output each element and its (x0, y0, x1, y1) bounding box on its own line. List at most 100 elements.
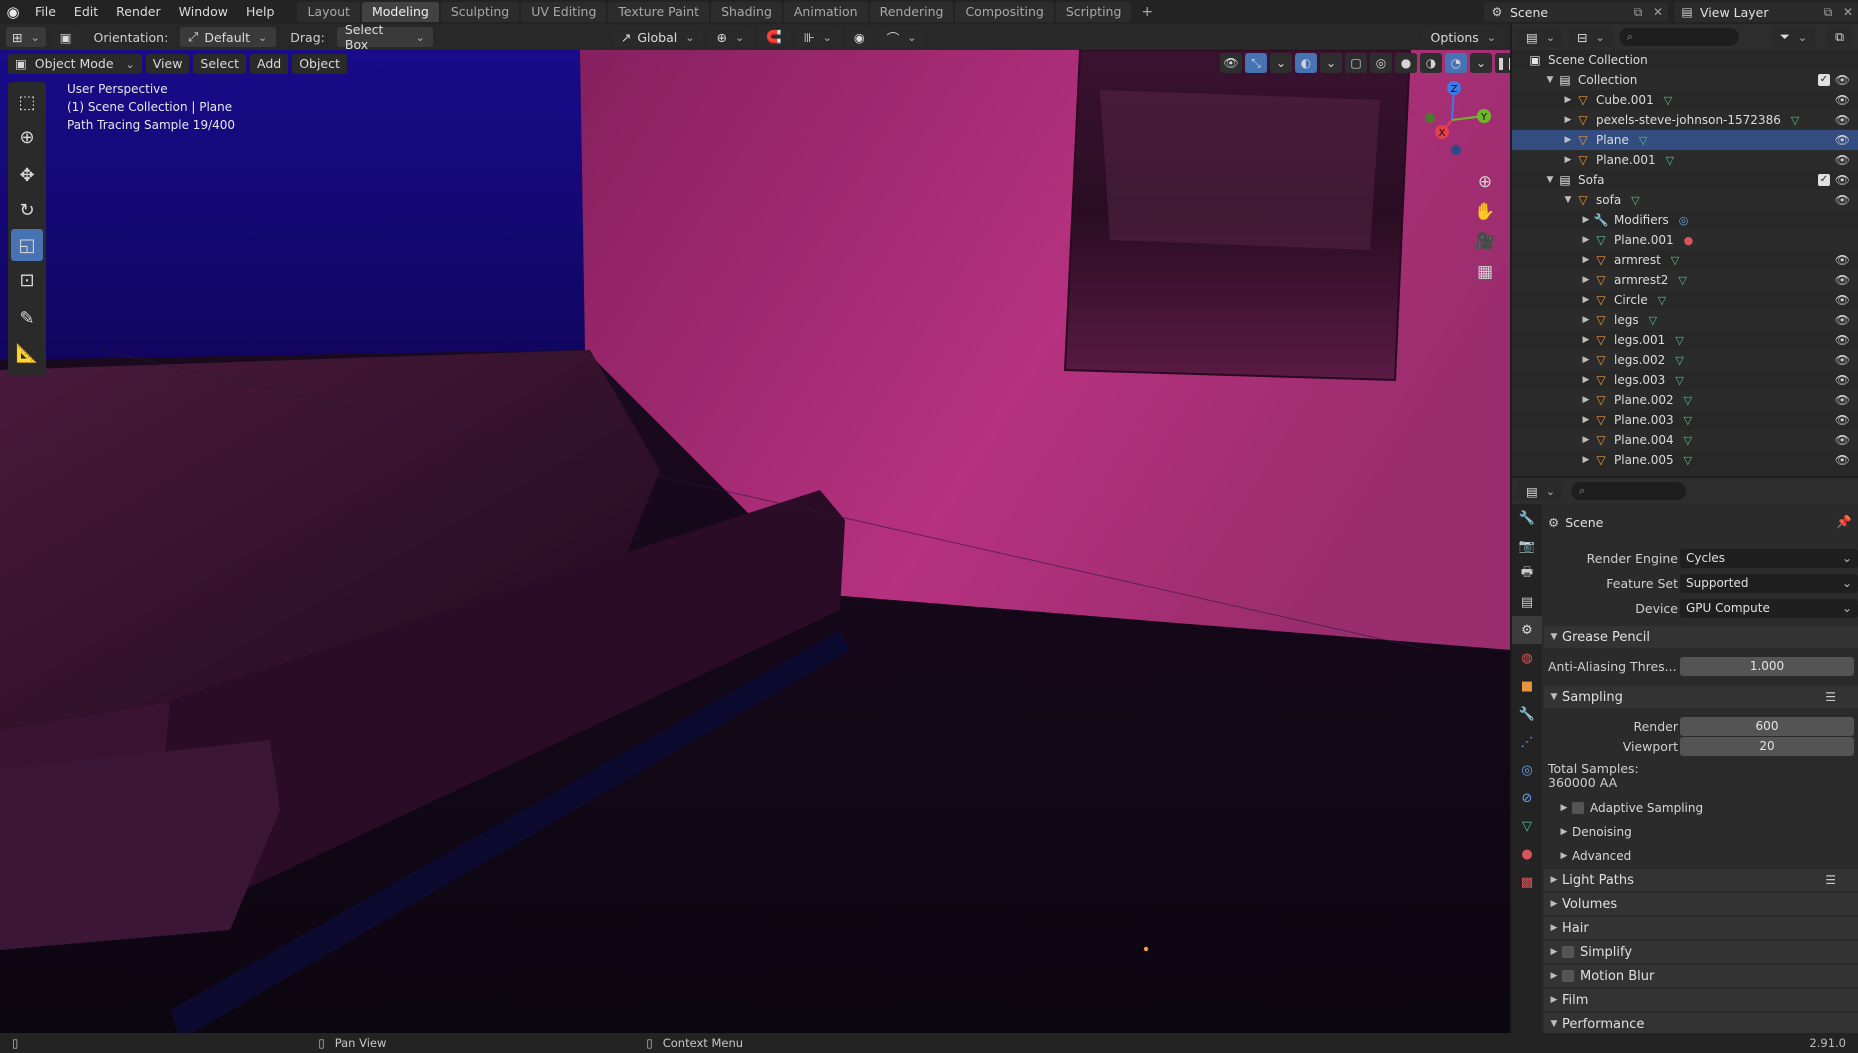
visibility-eye-icon[interactable]: 👁 (1835, 433, 1850, 447)
material-tab-icon[interactable]: ● (1512, 840, 1542, 868)
render-tab-icon[interactable]: 📷 (1512, 532, 1542, 560)
pin-icon[interactable]: 📌 (1836, 514, 1852, 530)
orientation-dropdown[interactable]: ⤢ Default (180, 27, 277, 47)
outliner-row[interactable]: ▶ 🔧 Modifiers ◎ (1512, 210, 1858, 230)
constraints-tab-icon[interactable]: ⊘ (1512, 784, 1542, 812)
mesh-data-icon[interactable]: ▽ (1664, 94, 1672, 107)
tab-compositing[interactable]: Compositing (955, 2, 1054, 22)
view-layer-tab-icon[interactable]: ▤ (1512, 588, 1542, 616)
outliner-editor-type[interactable]: ▤ (1518, 27, 1564, 47)
visibility-eye-icon[interactable]: 👁 (1835, 413, 1850, 427)
visibility-eye-icon[interactable]: 👁 (1835, 113, 1850, 127)
motion-blur-panel-header[interactable]: ▶ Motion Blur (1544, 965, 1858, 987)
exclude-checkbox[interactable]: ✓ (1818, 174, 1830, 186)
outliner-row[interactable]: ▼ ▤ Collection ✓ 👁 (1512, 70, 1858, 90)
adaptive-sampling-checkbox[interactable] (1572, 802, 1584, 814)
outliner-row[interactable]: ▶ ▽ armrest ▽ 👁 (1512, 250, 1858, 270)
collapse-arrow-icon[interactable]: ▶ (1562, 155, 1574, 165)
ortho-toggle-icon[interactable]: ▦ (1471, 258, 1499, 286)
volumes-panel-header[interactable]: ▶ Volumes (1544, 893, 1858, 915)
mesh-data-icon[interactable]: ▽ (1666, 154, 1674, 167)
mesh-data-icon[interactable]: ▽ (1684, 414, 1692, 427)
move-tool-icon[interactable]: ✥ (11, 159, 43, 191)
data-tab-icon[interactable]: ▽ (1512, 812, 1542, 840)
collapse-arrow-icon[interactable]: ▶ (1562, 95, 1574, 105)
outliner-row[interactable]: ▶ ▽ Circle ▽ 👁 (1512, 290, 1858, 310)
options-dropdown[interactable]: Options (1422, 27, 1504, 47)
collapse-arrow-icon[interactable]: ▶ (1580, 395, 1592, 405)
tab-modeling[interactable]: Modeling (361, 2, 439, 22)
motion-blur-checkbox[interactable] (1562, 970, 1574, 982)
outliner-search-input[interactable]: ⌕ (1618, 28, 1739, 46)
particles-tab-icon[interactable]: ⋰ (1512, 728, 1542, 756)
wireframe-shading-icon[interactable]: ◎ (1370, 53, 1392, 73)
xray-toggle-icon[interactable]: ▢ (1345, 53, 1367, 73)
outliner-row[interactable]: ▶ ▽ Plane.003 ▽ 👁 (1512, 410, 1858, 430)
sampling-panel-header[interactable]: ▼ Sampling ☰ (1544, 686, 1858, 708)
outliner-row[interactable]: ▶ ▽ legs.003 ▽ 👁 (1512, 370, 1858, 390)
blender-logo-icon[interactable]: ◉ (0, 0, 26, 24)
presets-list-icon[interactable]: ☰ (1825, 873, 1836, 887)
tab-sculpting[interactable]: Sculpting (440, 2, 520, 22)
outliner-row[interactable]: ▶ ▽ Plane.005 ▽ 👁 (1512, 450, 1858, 470)
collapse-arrow-icon[interactable]: ▶ (1580, 375, 1592, 385)
outliner-row[interactable]: ▶ ▽ Plane.002 ▽ 👁 (1512, 390, 1858, 410)
viewport-samples-field[interactable]: 20 (1680, 736, 1854, 756)
snap-toggle-icon[interactable]: 🧲 (758, 27, 790, 47)
visibility-icon[interactable]: 👁 (1220, 53, 1242, 73)
outliner-row[interactable]: ▶ ▽ armrest2 ▽ 👁 (1512, 270, 1858, 290)
snap-target-dropdown[interactable]: ⊪ (795, 27, 840, 47)
world-tab-icon[interactable]: ◍ (1512, 644, 1542, 672)
mesh-data-icon[interactable]: ▽ (1684, 434, 1692, 447)
mesh-data-icon[interactable]: ▽ (1639, 134, 1647, 147)
mesh-data-icon[interactable]: ▽ (1675, 354, 1683, 367)
scene-selector[interactable]: ⚙ Scene ⧉ ✕ (1484, 2, 1668, 22)
mesh-data-icon[interactable]: ▽ (1684, 454, 1692, 467)
material-icon[interactable]: ● (1684, 234, 1694, 247)
render-samples-field[interactable]: 600 (1680, 716, 1854, 736)
collapse-arrow-icon[interactable]: ▶ (1580, 315, 1592, 325)
performance-panel-header[interactable]: ▼ Performance (1544, 1013, 1858, 1033)
scene-name[interactable]: Scene (1510, 5, 1628, 20)
modifier-tab-icon[interactable]: 🔧 (1512, 700, 1542, 728)
outliner-row[interactable]: ▶ ▽ Plane.001 ▽ 👁 (1512, 150, 1858, 170)
collapse-arrow-icon[interactable]: ▶ (1580, 435, 1592, 445)
measure-tool-icon[interactable]: 📐 (11, 337, 43, 369)
visibility-eye-icon[interactable]: 👁 (1835, 393, 1850, 407)
collapse-arrow-icon[interactable]: ▶ (1562, 115, 1574, 125)
menu-edit[interactable]: Edit (65, 0, 107, 24)
collapse-arrow-icon[interactable]: ▶ (1580, 215, 1592, 225)
feature-set-dropdown[interactable]: Supported (1680, 573, 1858, 593)
grease-pencil-panel-header[interactable]: ▼ Grease Pencil (1544, 626, 1858, 648)
solid-shading-icon[interactable]: ● (1395, 53, 1417, 73)
shading-dropdown-icon[interactable]: ⌄ (1470, 53, 1492, 73)
presets-list-icon[interactable]: ☰ (1825, 690, 1836, 704)
collapse-arrow-icon[interactable]: ▶ (1580, 295, 1592, 305)
visibility-eye-icon[interactable]: 👁 (1835, 273, 1850, 287)
visibility-eye-icon[interactable]: 👁 (1835, 293, 1850, 307)
menu-object[interactable]: Object (292, 54, 347, 74)
tab-texture-paint[interactable]: Texture Paint (608, 2, 710, 22)
mesh-data-icon[interactable]: ▽ (1684, 394, 1692, 407)
tool-tab-icon[interactable]: 🔧 (1512, 504, 1542, 532)
menu-help[interactable]: Help (237, 0, 284, 24)
menu-file[interactable]: File (26, 0, 65, 24)
adaptive-sampling-subpanel[interactable]: ▶ Adaptive Sampling (1544, 798, 1858, 818)
object-tab-icon[interactable]: ■ (1512, 672, 1542, 700)
tab-scripting[interactable]: Scripting (1055, 2, 1132, 22)
display-mode-dropdown[interactable]: ⊟ (1569, 27, 1613, 47)
delete-view-layer-icon[interactable]: ✕ (1838, 5, 1858, 19)
delete-scene-icon[interactable]: ✕ (1648, 5, 1668, 19)
physics-tab-icon[interactable]: ◎ (1512, 756, 1542, 784)
visibility-eye-icon[interactable]: 👁 (1835, 153, 1850, 167)
visibility-eye-icon[interactable]: 👁 (1835, 73, 1850, 87)
outliner-row[interactable]: ▶ ▽ Plane.004 ▽ 👁 (1512, 430, 1858, 450)
properties-search-input[interactable]: ⌕ (1571, 482, 1687, 500)
menu-window[interactable]: Window (170, 0, 237, 24)
outliner-row[interactable]: ▶ ▽ pexels-steve-johnson-1572386 ▽ 👁 (1512, 110, 1858, 130)
visibility-eye-icon[interactable]: 👁 (1835, 253, 1850, 267)
outliner-row[interactable]: ▶ ▽ legs ▽ 👁 (1512, 310, 1858, 330)
camera-view-icon[interactable]: 🎥 (1471, 228, 1499, 256)
render-engine-dropdown[interactable]: Cycles (1680, 548, 1858, 568)
tab-shading[interactable]: Shading (711, 2, 782, 22)
